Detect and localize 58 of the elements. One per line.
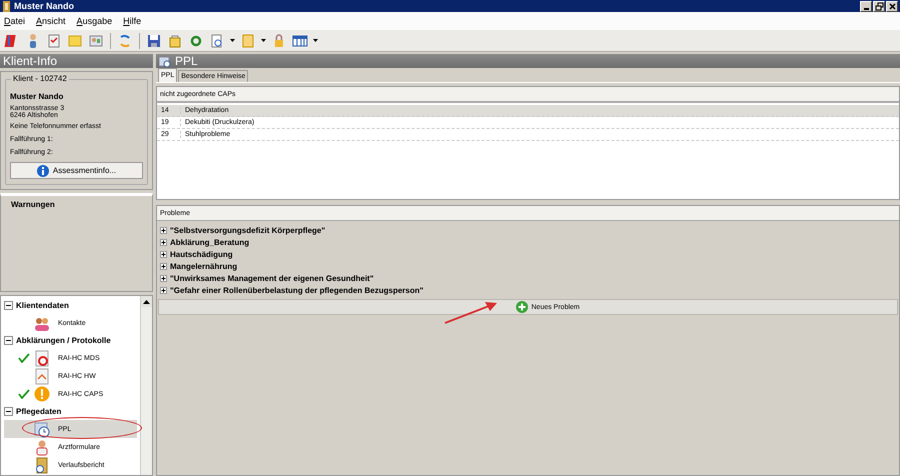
expand-icon[interactable] [160, 286, 167, 294]
window-title: Muster Nando [14, 1, 74, 11]
house-document-icon [34, 368, 50, 384]
pane-title: PPL [175, 54, 198, 68]
menu-item[interactable]: Ausgabe [76, 16, 112, 26]
up-arrow-icon [143, 300, 150, 304]
caret-icon [313, 39, 318, 42]
clock-document-icon [34, 420, 50, 438]
problem-item[interactable]: "Selbstversorgungsdefizit Körperpflege" [170, 226, 326, 234]
problem-item[interactable]: "Gefahr einer Rollenüberbelastung der pflegenden Bezugsperson" [170, 286, 424, 294]
expand-icon[interactable] [160, 226, 167, 234]
expand-icon[interactable] [160, 238, 167, 246]
menu-item[interactable]: Ansicht [36, 16, 66, 26]
problem-item[interactable]: Hautschädigung [170, 250, 233, 258]
group-heading: Pflegedaten [16, 407, 62, 416]
expand-icon[interactable] [160, 262, 167, 270]
clipboard-icon [46, 32, 62, 48]
note-icon [67, 32, 83, 48]
warnings-title: Warnungen [11, 200, 56, 209]
annotation-arrow [444, 302, 497, 324]
folder-clock-icon [34, 456, 50, 474]
table-icon [292, 32, 308, 48]
scroll-up-button[interactable] [141, 296, 152, 307]
restore-icon [874, 2, 884, 10]
document-icon [34, 350, 50, 366]
problem-item[interactable]: "Unwirksames Management der eigenen Gesundheit" [170, 274, 374, 282]
doctor-icon [34, 438, 50, 456]
id-card-icon [88, 32, 104, 48]
group-label: Klient - 102742 [11, 74, 69, 83]
expand-icon[interactable] [160, 250, 167, 258]
scrollbar[interactable] [140, 296, 152, 475]
pane-title: Klient-Info [0, 54, 153, 68]
caret-icon [261, 39, 266, 42]
collapse-icon[interactable] [4, 336, 13, 345]
menu-item[interactable]: Hilfe [123, 16, 142, 26]
info-icon [36, 164, 49, 176]
menu-item[interactable]: Datei [4, 16, 26, 26]
save-icon [146, 32, 162, 48]
restore-button[interactable] [873, 0, 885, 12]
problem-item[interactable]: Abklärung_Beratung [170, 238, 250, 246]
app-icon [2, 0, 11, 12]
group-heading: Klientendaten [16, 301, 69, 310]
close-button[interactable] [886, 0, 898, 12]
exclamation-icon [34, 386, 50, 402]
collapse-icon[interactable] [4, 301, 13, 310]
folder-clock-icon [159, 56, 171, 66]
collapse-icon[interactable] [4, 407, 13, 416]
expand-icon[interactable] [160, 274, 167, 282]
clipboard-paste-icon [240, 32, 256, 48]
assessment-info-button[interactable]: Assessmentinfo... [10, 162, 143, 179]
group-heading: Abklärungen / Protokolle [16, 336, 111, 345]
problem-item[interactable]: Mangelernährung [170, 262, 238, 270]
minimize-icon [864, 8, 868, 10]
caret-icon [230, 39, 235, 42]
close-icon [888, 2, 896, 10]
minimize-button[interactable] [860, 0, 872, 12]
plus-icon [516, 301, 528, 313]
client-name: Muster Nando [10, 92, 64, 101]
